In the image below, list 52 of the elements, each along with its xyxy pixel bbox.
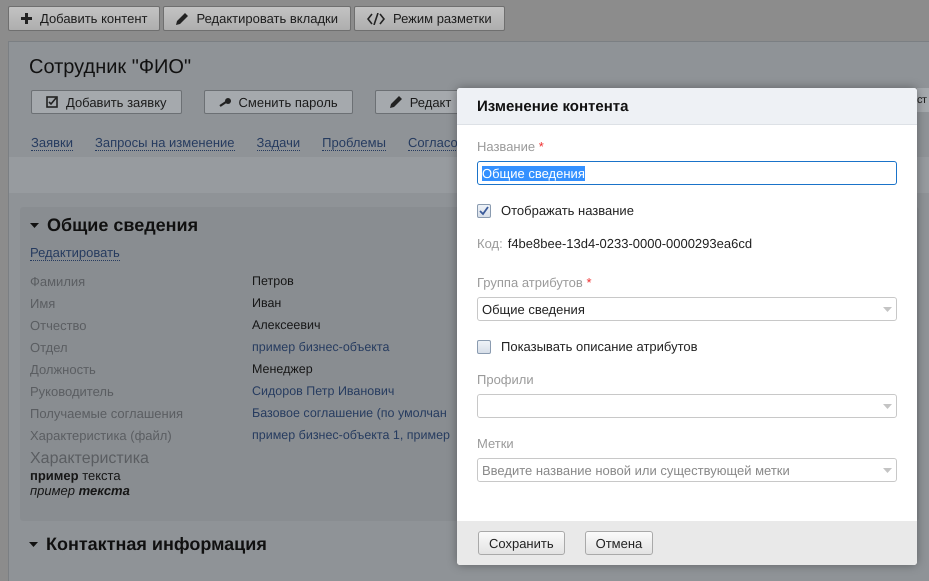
rich-text-line: пример текста xyxy=(30,483,130,498)
dialog-button[interactable]: Отмена xyxy=(584,531,654,555)
action-button[interactable]: ст xyxy=(917,88,929,112)
toolbar-button[interactable]: Режим разметки xyxy=(354,6,505,31)
rich-text-line: пример текста xyxy=(30,468,121,483)
attribute-link[interactable]: Базовое соглашение (по умолчан xyxy=(252,406,447,421)
select-field[interactable] xyxy=(477,394,897,418)
field-label: Профили xyxy=(477,372,535,387)
attribute-value: Иван xyxy=(252,296,282,311)
checkbox[interactable] xyxy=(477,340,491,354)
checkbox-label: Отображать название xyxy=(501,203,634,218)
tab-link[interactable]: Запросы на изменение xyxy=(94,135,235,151)
code-label: Код: xyxy=(477,236,503,251)
tab-link[interactable]: Проблемы xyxy=(322,135,386,151)
toolbar-button[interactable]: Редактировать вкладки xyxy=(163,6,351,31)
edit-link[interactable]: Редактировать xyxy=(30,245,120,261)
attribute-link[interactable]: пример бизнес-объекта 1, пример xyxy=(252,428,450,443)
attribute-link[interactable]: Сидоров Петр Иванович xyxy=(252,384,394,399)
section-title: Контактная информация xyxy=(46,534,267,555)
dropdown-arrow-icon[interactable] xyxy=(883,468,892,472)
tab-link[interactable]: Задачи xyxy=(256,135,300,151)
field-label: Метки xyxy=(477,436,515,451)
dialog-button[interactable]: Сохранить xyxy=(478,531,565,555)
field-label: Группа атрибутов * xyxy=(477,275,592,290)
code-value: f4be8bee-13d4-0233-0000-0000293ea6cd xyxy=(508,236,752,251)
field-label: Название * xyxy=(477,139,545,154)
code-icon xyxy=(367,12,385,24)
name-input[interactable]: Общие сведения xyxy=(477,161,897,185)
dropdown-arrow-icon[interactable] xyxy=(883,306,892,312)
collapse-caret-icon[interactable] xyxy=(30,223,39,228)
action-button[interactable]: Добавить заявку xyxy=(31,90,182,114)
page-title: Сотрудник "ФИО" xyxy=(29,56,192,79)
checkbox-label: Показывать описание атрибутов xyxy=(501,339,698,354)
plus-icon xyxy=(21,13,32,24)
select-field[interactable]: Введите название новой или существующей метки xyxy=(477,458,897,482)
section-title: Общие сведения xyxy=(47,215,198,236)
action-button[interactable]: Сменить пароль xyxy=(204,90,353,114)
toolbar-button[interactable]: Добавить контент xyxy=(8,6,160,31)
checkbox-icon xyxy=(46,96,58,108)
tab-link[interactable]: Заявки xyxy=(31,135,73,151)
key-icon xyxy=(218,97,231,107)
attribute-link[interactable]: пример бизнес-объекта xyxy=(252,340,390,355)
dropdown-arrow-icon[interactable] xyxy=(883,404,892,408)
collapse-caret-icon[interactable] xyxy=(29,542,38,547)
pencil-icon xyxy=(176,12,188,24)
dialog-title: Изменение контента xyxy=(477,98,628,114)
attribute-value: Петров xyxy=(252,274,294,289)
checkbox[interactable] xyxy=(477,204,491,218)
pencil-icon xyxy=(390,96,402,108)
attribute-value: Менеджер xyxy=(252,362,313,377)
select-field[interactable]: Общие сведения xyxy=(477,297,897,321)
attribute-value: Алексеевич xyxy=(252,318,320,333)
